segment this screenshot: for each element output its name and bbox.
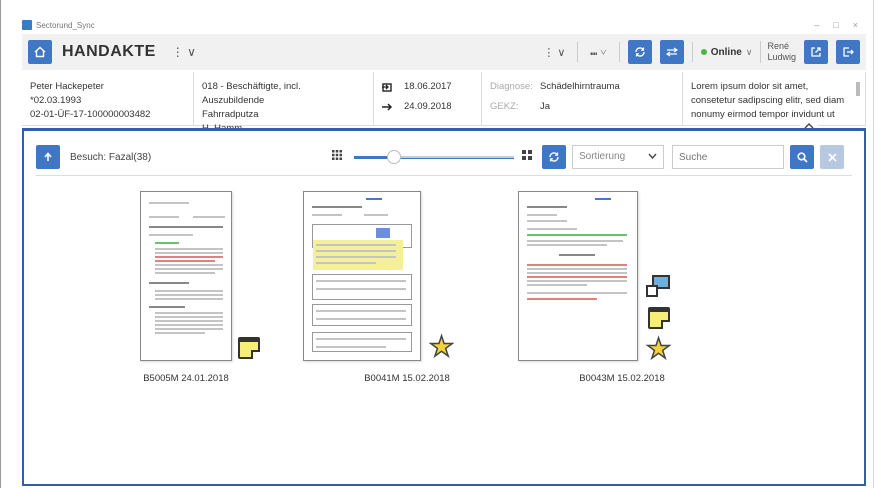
- document-label: B5005M 24.01.2018: [143, 373, 229, 384]
- external-link-button[interactable]: [804, 40, 828, 64]
- online-status-dropdown[interactable]: Online ∨: [700, 46, 753, 58]
- patient-employment: 018 - Beschäftigte, incl. Auszubildende …: [194, 72, 374, 134]
- sticky-note-icon[interactable]: [238, 337, 260, 359]
- document-card[interactable]: B5005M 24.01.2018: [86, 191, 286, 391]
- divider: [618, 42, 620, 62]
- app-icon: [22, 20, 32, 30]
- refresh-button[interactable]: [542, 145, 566, 169]
- header-actions: ⋮ ∨ ⑉ ∨ Online ∨ René Ludwig: [539, 40, 860, 64]
- grid-large-icon: [522, 150, 532, 160]
- divider: [577, 42, 579, 62]
- document-thumbnail[interactable]: [140, 191, 232, 361]
- minimize-button[interactable]: –: [814, 20, 819, 30]
- more-menu-dropdown[interactable]: ⋮ ∨: [539, 46, 569, 59]
- visit-label: Besuch: Fazal(38): [70, 151, 152, 163]
- small-grid-view-icon[interactable]: [332, 150, 342, 163]
- logout-icon: [843, 47, 854, 57]
- patient-identity: Peter Hackepeter *02.03.1993 02-01-ÜF-17…: [22, 72, 194, 125]
- search-input[interactable]: [672, 145, 784, 169]
- clear-search-button[interactable]: [820, 145, 844, 169]
- window-frame-left: [0, 0, 1, 488]
- user-last-name: Ludwig: [767, 52, 796, 62]
- divider: [36, 175, 852, 176]
- patient-info-bar: Peter Hackepeter *02.03.1993 02-01-ÜF-17…: [22, 72, 866, 134]
- gekz-value: Ja: [540, 101, 551, 112]
- zoom-slider[interactable]: [354, 150, 514, 164]
- logout-button[interactable]: [836, 40, 860, 64]
- case-id: 02-01-ÜF-17-100000003482: [30, 109, 151, 120]
- document-card[interactable]: ★ B0041M 15.02.2018: [303, 191, 507, 391]
- documents-toolbar: Besuch: Fazal(38) Sortierung: [36, 145, 852, 169]
- chevron-down-icon: [648, 151, 657, 161]
- diagnosis-value: Schädelhirntrauma: [540, 81, 620, 92]
- sort-placeholder: Sortierung: [579, 151, 626, 162]
- split-document-icon[interactable]: [646, 275, 670, 299]
- document-thumbnail[interactable]: [518, 191, 638, 361]
- online-status-label: Online: [710, 46, 742, 58]
- diagnosis-row: Diagnose: Schädelhirntrauma: [490, 80, 674, 94]
- documents-panel: Besuch: Fazal(38) Sortierung Suche B5005…: [22, 128, 866, 486]
- diagnosis-info: Diagnose: Schädelhirntrauma GEKZ: Ja: [482, 72, 682, 125]
- maximize-button[interactable]: □: [833, 20, 838, 30]
- case-dates: 18.06.2017 24.09.2018: [374, 72, 482, 125]
- patient-note: Lorem ipsum dolor sit amet, consetetur s…: [682, 72, 866, 125]
- document-label: B0041M 15.02.2018: [364, 373, 450, 384]
- user-name: René Ludwig: [760, 41, 796, 63]
- start-date: 18.06.2017: [404, 81, 452, 92]
- scrollbar-thumb[interactable]: [856, 82, 860, 96]
- document-label: B0043M 15.02.2018: [579, 373, 665, 384]
- gekz-row: GEKZ: Ja: [490, 100, 674, 114]
- divider: [691, 42, 693, 62]
- header-menu-button[interactable]: ⋮ ∨: [172, 45, 196, 59]
- library-dropdown[interactable]: ⑉ ∨: [586, 46, 610, 58]
- search-icon: [796, 151, 808, 163]
- external-link-icon: [811, 47, 821, 57]
- upload-button[interactable]: [36, 145, 60, 169]
- online-status-dot: [700, 49, 707, 55]
- arrow-right-icon: [382, 103, 392, 111]
- user-first-name: René: [767, 41, 789, 51]
- transfer-icon: [665, 47, 678, 57]
- document-card[interactable]: ★ B0043M 15.02.2018: [518, 191, 722, 391]
- slider-track: [394, 156, 514, 158]
- window-controls: – □ ×: [814, 20, 866, 30]
- large-grid-view-icon[interactable]: [522, 150, 532, 163]
- sync-button[interactable]: [627, 40, 652, 64]
- end-date-row: 24.09.2018: [382, 100, 473, 114]
- chevron-down-icon: ∨: [745, 46, 753, 57]
- window-title: Sectorund_Sync: [36, 20, 95, 30]
- sync-icon: [549, 152, 559, 162]
- slider-knob[interactable]: [387, 150, 401, 164]
- sort-dropdown[interactable]: Sortierung: [572, 145, 664, 169]
- start-date-row: 18.06.2017: [382, 80, 473, 94]
- arrow-up-icon: [44, 152, 52, 161]
- window-titlebar: Sectorund_Sync – □ ×: [22, 18, 866, 32]
- sync-icon: [635, 47, 645, 57]
- transfer-button[interactable]: [659, 40, 684, 64]
- star-icon[interactable]: ★: [645, 334, 672, 364]
- job-title: Fahrradputza: [202, 109, 259, 120]
- patient-birthdate: *02.03.1993: [30, 95, 82, 106]
- close-button[interactable]: ×: [853, 20, 858, 30]
- employment-category: 018 - Beschäftigte, incl. Auszubildende: [202, 81, 301, 106]
- home-icon: [34, 46, 46, 58]
- calendar-enter-icon: [382, 83, 392, 92]
- grid-small-icon: [332, 150, 342, 160]
- patient-name: Peter Hackepeter: [30, 81, 104, 92]
- page-title: HANDAKTE: [62, 43, 156, 60]
- diagnosis-label: Diagnose:: [490, 81, 533, 92]
- close-icon: [827, 152, 837, 162]
- gekz-label: GEKZ:: [490, 101, 519, 112]
- star-icon[interactable]: ★: [428, 332, 455, 362]
- document-thumbnail[interactable]: [303, 191, 421, 361]
- app-header: HANDAKTE ⋮ ∨ ⋮ ∨ ⑉ ∨ Online ∨ René Ludwi…: [22, 34, 866, 70]
- sticky-note-icon[interactable]: [648, 307, 670, 329]
- note-text: Lorem ipsum dolor sit amet, consetetur s…: [691, 81, 845, 120]
- search-button[interactable]: [790, 145, 814, 169]
- end-date: 24.09.2018: [404, 101, 452, 112]
- note-scrollbar[interactable]: [855, 78, 861, 118]
- home-button[interactable]: [28, 40, 52, 64]
